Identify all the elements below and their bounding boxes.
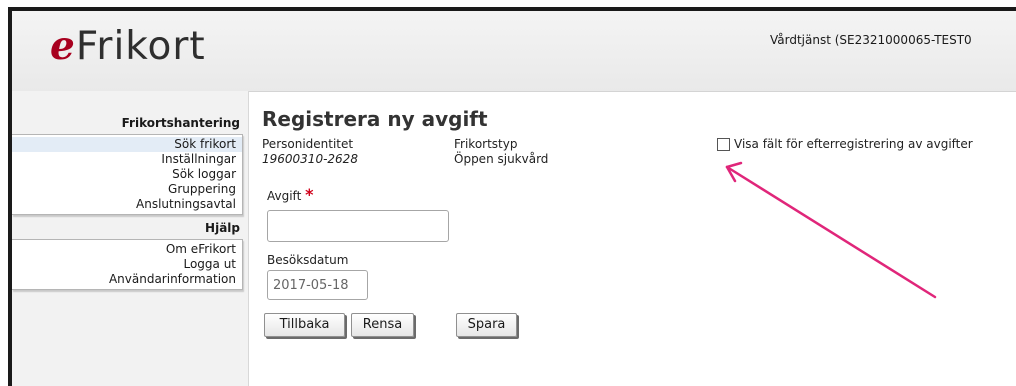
sidebar-item-om-efrikort[interactable]: Om eFrikort xyxy=(12,242,242,257)
sidebar-item-anvandarinformation[interactable]: Användarinformation xyxy=(12,272,242,287)
page-title: Registrera ny avgift xyxy=(262,107,488,131)
frikortstyp-label: Frikortstyp xyxy=(454,137,518,151)
sidebar-menu-frikortshantering: Sök frikort Inställningar Sök loggar Gru… xyxy=(12,134,243,215)
sidebar-item-logga-ut[interactable]: Logga ut xyxy=(12,257,242,272)
personidentitet-label: Personidentitet xyxy=(262,137,354,151)
avgift-label-text: Avgift xyxy=(267,189,302,203)
personidentitet-value: 19600310-2628 xyxy=(262,152,358,166)
efrikort-logo[interactable]: eFrikort xyxy=(50,23,206,69)
sidebar-heading-hjalp: Hjälp xyxy=(205,221,240,235)
besoksdatum-label: Besöksdatum xyxy=(267,253,349,267)
sidebar-item-sok-frikort[interactable]: Sök frikort xyxy=(12,137,242,152)
sidebar-item-anslutningsavtal[interactable]: Anslutningsavtal xyxy=(12,197,242,212)
frikortstyp-value: Öppen sjukvård xyxy=(454,152,549,166)
sidebar: Frikortshantering Sök frikort Inställnin… xyxy=(12,91,249,386)
sidebar-menu-hjalp: Om eFrikort Logga ut Användarinformation xyxy=(12,239,243,290)
logo-e: e xyxy=(50,23,76,69)
spara-button[interactable]: Spara xyxy=(456,313,517,337)
efterregistrering-checkbox-label[interactable]: Visa fält för efterregistrering av avgif… xyxy=(734,137,973,151)
sidebar-heading-frikortshantering: Frikortshantering xyxy=(121,116,240,130)
sidebar-item-gruppering[interactable]: Gruppering xyxy=(12,182,242,197)
rensa-button[interactable]: Rensa xyxy=(351,313,414,337)
header: eFrikort Vårdtjänst (SE2321000065-TEST0 xyxy=(12,11,1016,92)
tillbaka-button[interactable]: Tillbaka xyxy=(264,313,345,337)
sidebar-section-hjalp: Hjälp xyxy=(12,221,248,235)
besoksdatum-input[interactable] xyxy=(267,270,368,300)
sidebar-item-sok-loggar[interactable]: Sök loggar xyxy=(12,167,242,182)
avgift-input[interactable] xyxy=(267,210,449,242)
app-window: eFrikort Vårdtjänst (SE2321000065-TEST0 … xyxy=(8,7,1016,386)
care-service-label: Vårdtjänst (SE2321000065-TEST0 xyxy=(770,33,972,47)
sidebar-item-installningar[interactable]: Inställningar xyxy=(12,152,242,167)
avgift-label: Avgift * xyxy=(267,185,313,204)
efterregistrering-checkbox[interactable] xyxy=(717,138,730,151)
logo-text: Frikort xyxy=(75,24,206,69)
sidebar-section-frikortshantering: Frikortshantering xyxy=(12,116,248,130)
main-content: Registrera ny avgift Personidentitet 196… xyxy=(262,91,1016,386)
required-asterisk: * xyxy=(305,185,314,204)
